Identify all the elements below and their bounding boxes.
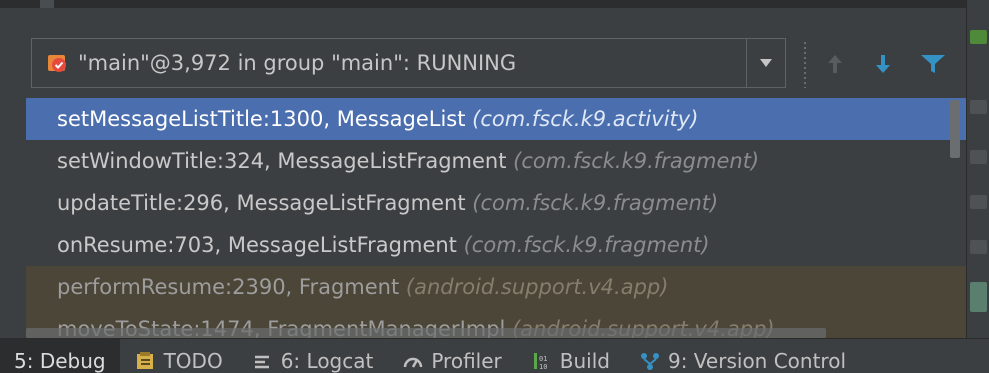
thread-selector-value: "main"@3,972 in group "main": RUNNING <box>78 51 517 75</box>
frame-class: (com.fsck.k9.fragment) <box>463 233 710 257</box>
tool-tab[interactable]: 5: Debug <box>0 339 120 373</box>
scrollbar-thumb[interactable] <box>26 328 826 338</box>
tool-tab[interactable]: 6: Logcat <box>237 339 388 373</box>
frame-method: setWindowTitle:324, MessageListFragment <box>57 149 507 173</box>
frame-row[interactable]: performResume:2390, Fragment (android.su… <box>26 266 966 308</box>
build-icon: 01 10 <box>530 350 554 372</box>
tool-tab[interactable]: 9: Version Control <box>624 339 860 373</box>
bottom-tool-window-bar: 5: Debug TODO 6: Logcat Profiler 01 10 Build 9:… <box>0 338 989 373</box>
tool-tab[interactable]: TODO <box>120 339 237 373</box>
frame-class: (android.support.v4.app) <box>405 275 669 299</box>
scrollbar-thumb[interactable] <box>950 100 960 158</box>
frame-class: (com.fsck.k9.activity) <box>472 107 699 131</box>
gutter-tool-icon[interactable] <box>970 100 987 114</box>
gutter-tool-icon[interactable] <box>970 195 987 209</box>
tool-tab[interactable]: 01 10 Build <box>516 339 624 373</box>
tab-edge <box>40 0 54 8</box>
frame-method: setMessageListTitle:1300, MessageList <box>57 107 466 131</box>
frame-method: onResume:703, MessageListFragment <box>57 233 457 257</box>
filter-icon[interactable] <box>918 44 948 84</box>
thread-selector[interactable]: "main"@3,972 in group "main": RUNNING <box>31 38 786 88</box>
frame-method: updateTitle:296, MessageListFragment <box>57 191 466 215</box>
debugger-frames-panel: "main"@3,972 in group "main": RUNNING se… <box>0 8 966 346</box>
frame-class: (com.fsck.k9.fragment) <box>513 149 760 173</box>
tool-tab-label: 5: Debug <box>14 349 106 373</box>
gutter-tool-icon[interactable] <box>970 150 987 164</box>
arrow-down-icon[interactable] <box>868 44 898 84</box>
frames-list[interactable]: setMessageListTitle:1300, MessageList (c… <box>26 98 966 346</box>
gutter-tool-icon[interactable] <box>970 240 987 254</box>
logcat-icon <box>251 350 275 372</box>
frame-method: performResume:2390, Fragment <box>57 275 400 299</box>
thread-running-icon <box>46 52 68 74</box>
frame-row[interactable]: setWindowTitle:324, MessageListFragment … <box>26 140 966 182</box>
tool-tab-label: Build <box>559 349 610 373</box>
version-control-icon <box>638 350 662 372</box>
right-tool-gutter <box>966 0 989 338</box>
tool-tab-label: TODO <box>163 349 223 373</box>
frame-row[interactable]: onResume:703, MessageListFragment (com.f… <box>26 224 966 266</box>
frame-row[interactable]: setMessageListTitle:1300, MessageList (c… <box>26 98 966 140</box>
tool-tab[interactable]: Profiler <box>387 339 515 373</box>
svg-text:01: 01 <box>539 355 547 363</box>
gutter-layout-icon[interactable] <box>970 282 987 312</box>
tool-tab-label: Profiler <box>431 349 502 373</box>
frames-vertical-scrollbar[interactable] <box>948 98 962 346</box>
frame-row[interactable]: updateTitle:296, MessageListFragment (co… <box>26 182 966 224</box>
top-strip <box>0 0 989 8</box>
caret-down-icon[interactable] <box>747 39 785 87</box>
frame-class: (com.fsck.k9.fragment) <box>472 191 719 215</box>
profiler-icon <box>401 350 425 372</box>
tool-tab-label: 9: Version Control <box>667 349 847 373</box>
toolbar-separator <box>804 42 806 88</box>
tool-tab-label: 6: Logcat <box>280 349 374 373</box>
todo-icon <box>134 350 158 372</box>
arrow-up-icon[interactable] <box>820 44 850 84</box>
svg-text:10: 10 <box>539 363 547 371</box>
gutter-debug-icon[interactable] <box>970 30 987 44</box>
